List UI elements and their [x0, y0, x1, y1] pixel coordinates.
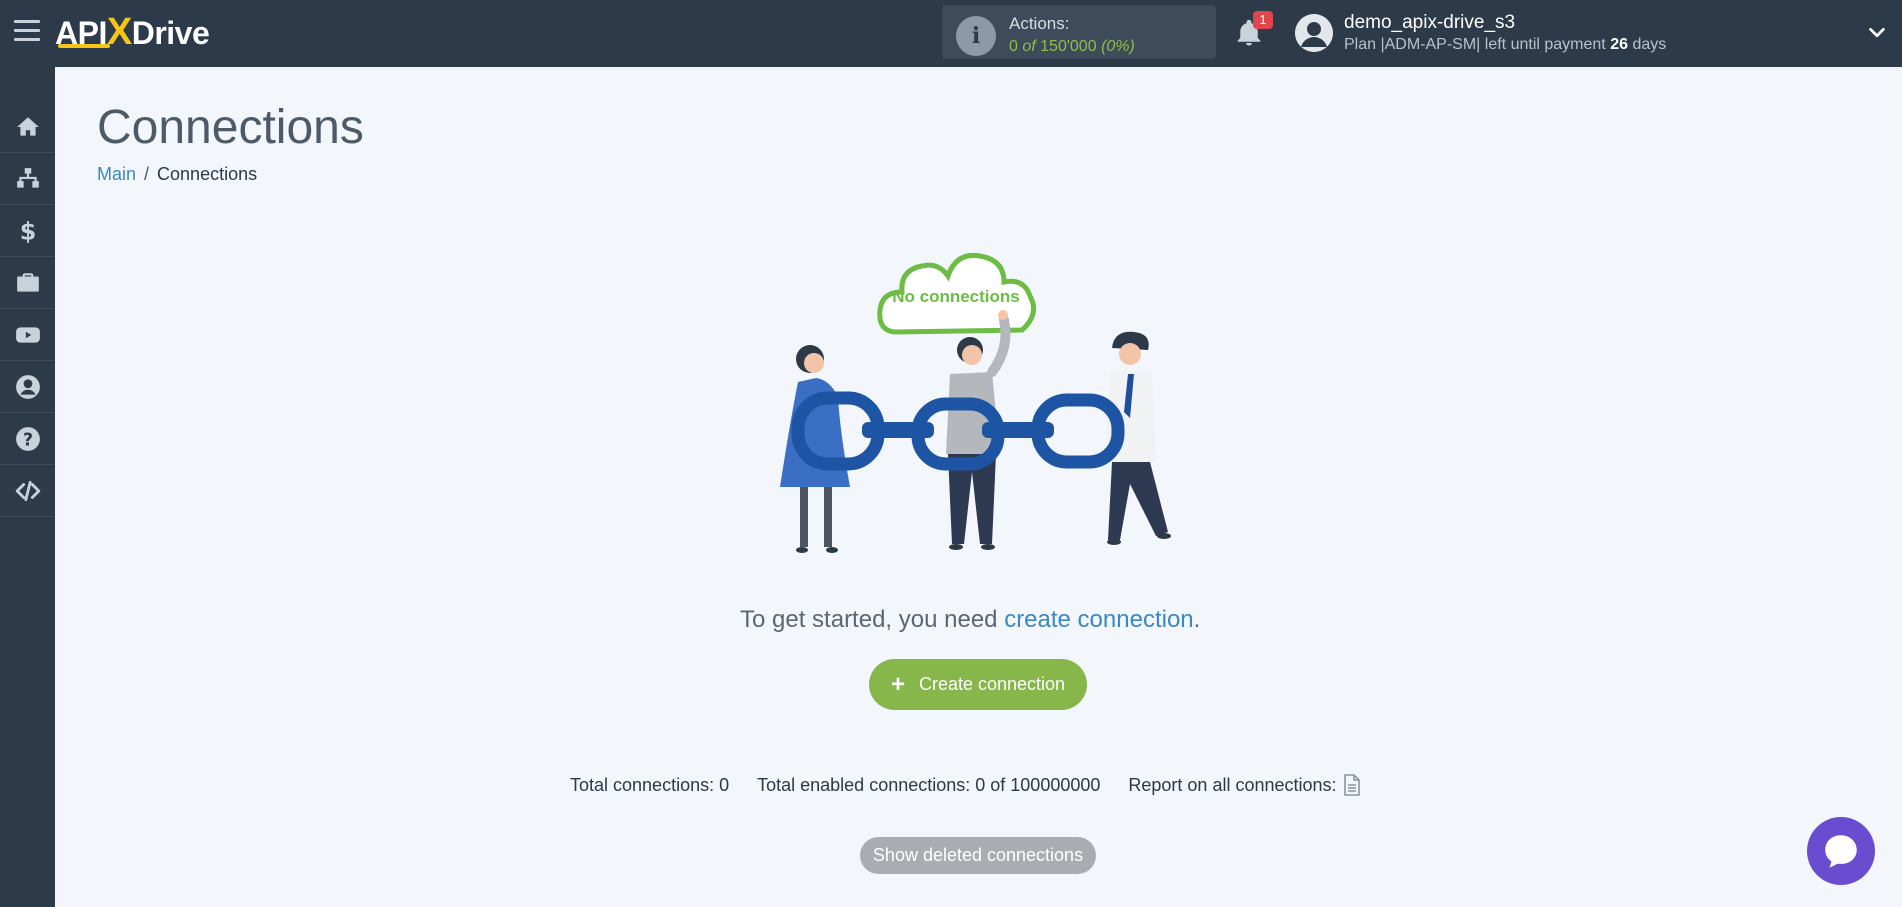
briefcase-icon	[16, 272, 39, 292]
report-label: Report on all connections:	[1128, 774, 1337, 795]
breadcrumb-current: Connections	[157, 164, 258, 184]
sidebar-item-api[interactable]	[0, 465, 55, 517]
svg-text:$: $	[19, 218, 36, 244]
breadcrumb: Main / Connections	[97, 164, 257, 185]
help-icon: ?	[15, 426, 40, 451]
plan-info: Plan |ADM-AP-SM| left until payment 26 d…	[1344, 36, 1667, 53]
sidebar-item-video[interactable]	[0, 309, 55, 361]
info-icon: i	[956, 16, 996, 56]
person-left-icon	[780, 345, 867, 553]
actions-value: 0 of 150'000 (0%)	[1009, 38, 1135, 55]
chevron-down-icon[interactable]	[1866, 22, 1888, 44]
page-title: Connections	[97, 101, 364, 154]
youtube-icon	[15, 326, 40, 343]
sidebar-item-billing[interactable]: $	[0, 205, 55, 257]
chat-icon	[1825, 835, 1857, 868]
user-name[interactable]: demo_apix-drive_s3	[1344, 12, 1515, 34]
intro-text: To get started, you need create connecti…	[740, 606, 1201, 633]
sidebar: $ ?	[0, 67, 55, 907]
avatar[interactable]	[1295, 14, 1333, 52]
total-enabled-connections: Total enabled connections: 0 of 10000000…	[757, 774, 1101, 795]
top-bar: APIXDrive i Actions: 0 of 150'000 (0%) 1…	[0, 0, 1902, 67]
logo-underline	[58, 44, 110, 48]
create-connection-button[interactable]: + Create connection	[869, 659, 1087, 710]
notification-badge: 1	[1253, 11, 1273, 29]
sidebar-item-account[interactable]	[0, 361, 55, 413]
create-connection-link[interactable]: create connection	[1004, 606, 1193, 633]
plus-icon: +	[890, 670, 905, 698]
sidebar-item-connections[interactable]	[0, 153, 55, 205]
code-icon	[15, 480, 40, 501]
menu-icon[interactable]	[14, 20, 40, 44]
cloud-text: No connections	[892, 287, 1020, 306]
show-deleted-connections-button[interactable]: Show deleted connections	[860, 837, 1096, 874]
svg-text:?: ?	[22, 430, 32, 450]
sidebar-item-home[interactable]	[0, 101, 55, 153]
connection-stats: Total connections: 0 Total enabled conne…	[570, 774, 1361, 796]
user-circle-icon	[15, 374, 40, 399]
no-connections-illustration: No connections	[780, 252, 1171, 553]
sidebar-item-help[interactable]: ?	[0, 413, 55, 465]
breadcrumb-separator: /	[144, 164, 150, 184]
sidebar-item-services[interactable]	[0, 257, 55, 309]
actions-label: Actions:	[1009, 14, 1070, 33]
sitemap-icon	[16, 167, 39, 188]
dollar-icon: $	[19, 218, 36, 244]
home-icon	[16, 116, 39, 136]
document-icon[interactable]	[1343, 774, 1361, 796]
actions-counter: i Actions: 0 of 150'000 (0%)	[942, 5, 1216, 59]
chat-button[interactable]	[1807, 817, 1875, 885]
cloud-icon: No connections	[877, 252, 1037, 335]
total-connections: Total connections: 0	[570, 774, 730, 795]
breadcrumb-main-link[interactable]: Main	[97, 164, 136, 184]
